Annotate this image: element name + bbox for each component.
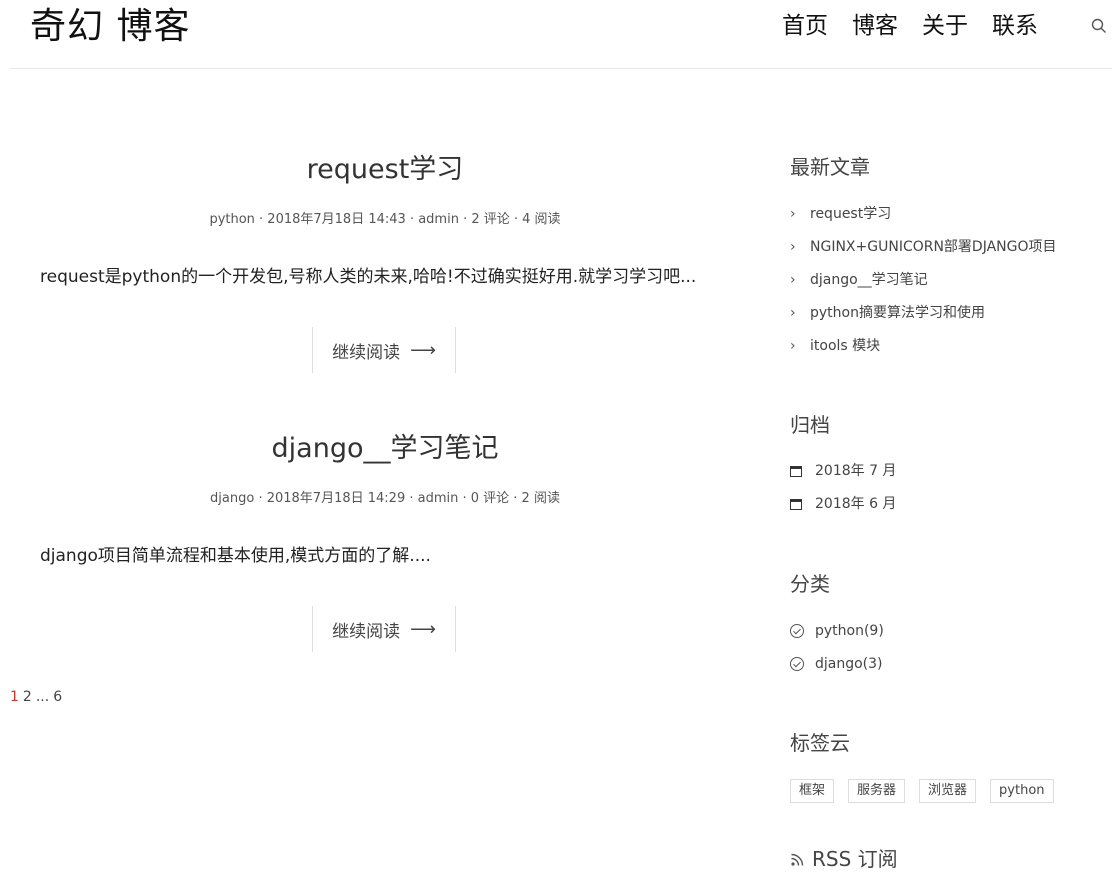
rss-label: RSS 订阅 [812, 847, 898, 871]
arrow-right-icon: ⟶ [410, 618, 436, 640]
read-more-button[interactable]: 继续阅读 ⟶ [312, 327, 456, 373]
tag-item[interactable]: 浏览器 [919, 779, 977, 803]
nav-blog[interactable]: 博客 [852, 10, 898, 42]
recent-post-label: request学习 [810, 206, 892, 222]
calendar-icon [790, 465, 802, 477]
header-divider [10, 68, 1112, 69]
archive-label: 2018年 7 月 [815, 463, 897, 479]
arrow-right-icon: ⟶ [410, 339, 436, 361]
archive-label: 2018年 6 月 [815, 496, 897, 512]
recent-post-label: python摘要算法学习和使用 [810, 305, 985, 321]
recent-post-label: NGINX+GUNICORN部署DJANGO项目 [810, 239, 1057, 255]
post-title[interactable]: django__学习笔记 [0, 432, 770, 466]
search-icon[interactable] [1091, 18, 1107, 34]
post-excerpt: django项目简单流程和基本使用,模式方面的了解.... [40, 546, 431, 566]
tag-item[interactable]: 框架 [790, 779, 835, 803]
recent-post-item[interactable]: › python摘要算法学习和使用 [790, 304, 985, 322]
recent-post-item[interactable]: › request学习 [790, 205, 891, 223]
page-2[interactable]: 2 [23, 689, 32, 705]
page-6[interactable]: 6 [53, 689, 62, 705]
category-item[interactable]: python(9) [790, 622, 884, 640]
widget-title-categories: 分类 [790, 572, 830, 596]
post-title[interactable]: request学习 [0, 153, 770, 187]
chevron-right-icon: › [790, 206, 796, 222]
calendar-icon [790, 498, 802, 510]
chevron-right-icon: › [790, 239, 796, 255]
chevron-right-icon: › [790, 272, 796, 288]
tag-item[interactable]: python [990, 779, 1054, 803]
nav-home[interactable]: 首页 [782, 10, 828, 42]
post-meta: python · 2018年7月18日 14:43 · admin · 2 评论… [209, 212, 561, 227]
recent-post-label: django__学习笔记 [810, 272, 928, 288]
check-circle-icon [790, 657, 804, 671]
chevron-right-icon: › [790, 305, 796, 321]
chevron-right-icon: › [790, 338, 796, 354]
post-excerpt: request是python的一个开发包,号称人类的未来,哈哈!不过确实挺好用.… [40, 267, 697, 287]
read-more-button[interactable]: 继续阅读 ⟶ [312, 606, 456, 652]
page-1[interactable]: 1 [10, 689, 19, 705]
category-label: python(9) [815, 623, 884, 639]
recent-post-label: itools 模块 [810, 338, 881, 354]
widget-title-recent: 最新文章 [790, 155, 870, 179]
site-header: 奇幻 博客 首页 博客 关于 联系 [0, 0, 1112, 68]
post-meta: django · 2018年7月18日 14:29 · admin · 0 评论… [210, 491, 560, 506]
archive-item[interactable]: 2018年 6 月 [790, 495, 896, 513]
rss-icon [791, 853, 804, 866]
read-more-label: 继续阅读 [332, 621, 401, 642]
page-ellipsis: ... [35, 689, 50, 705]
recent-post-item[interactable]: › django__学习笔记 [790, 271, 928, 289]
pagination: 1 2... 6 [10, 688, 66, 706]
site-logo[interactable]: 奇幻 博客 [30, 5, 190, 49]
recent-post-item[interactable]: › itools 模块 [790, 337, 880, 355]
archive-item[interactable]: 2018年 7 月 [790, 462, 896, 480]
widget-title-archive: 归档 [790, 413, 830, 437]
tag-item[interactable]: 服务器 [848, 779, 906, 803]
nav-about[interactable]: 关于 [922, 10, 968, 42]
read-more-label: 继续阅读 [332, 342, 401, 363]
rss-link[interactable]: RSS 订阅 [790, 846, 898, 872]
nav-contact[interactable]: 联系 [992, 10, 1038, 42]
widget-title-tags: 标签云 [790, 731, 850, 755]
category-item[interactable]: django(3) [790, 655, 883, 673]
recent-post-item[interactable]: › NGINX+GUNICORN部署DJANGO项目 [790, 238, 1057, 256]
tag-cloud: 框架 服务器 浏览器 python [790, 779, 1068, 803]
category-label: django(3) [815, 656, 883, 672]
main-nav: 首页 博客 关于 联系 [770, 10, 1050, 42]
check-circle-icon [790, 624, 804, 638]
